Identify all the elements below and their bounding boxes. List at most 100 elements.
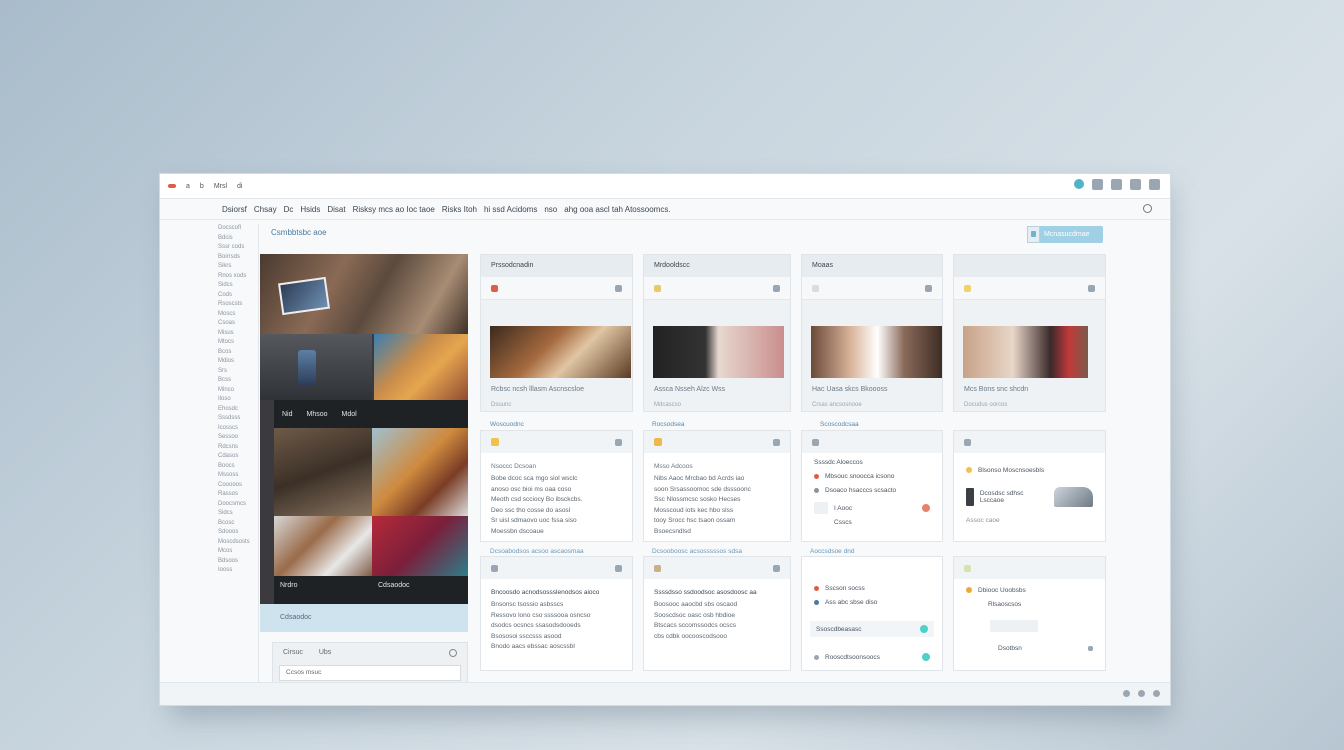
status-icon[interactable] [1074, 179, 1084, 189]
sidebar-item[interactable]: Minco [210, 386, 258, 396]
text-card[interactable]: Bncoosdo acnodsossslenodsos aioco Bnsons… [480, 556, 633, 671]
action-row[interactable]: Ssoscdbeasasc [810, 621, 934, 637]
sidebar-item[interactable]: Bdcis [210, 234, 258, 244]
sidebar-item[interactable]: Rassos [210, 490, 258, 500]
title-item-2[interactable]: b [200, 183, 204, 190]
menu-icon[interactable] [1088, 284, 1095, 292]
menu-item-5[interactable]: Disat [327, 205, 345, 214]
menu-icon[interactable] [925, 284, 932, 292]
sidebar-item[interactable]: Misus [210, 329, 258, 339]
sidebar-item[interactable]: Boocs [210, 462, 258, 472]
input-pill[interactable] [990, 620, 1038, 632]
menu-item-9[interactable]: nso [544, 205, 557, 214]
note-icon[interactable] [964, 564, 971, 572]
checklist-card[interactable]: Ssssdc Aloeccos Mbsouc snoocca icsono Ds… [801, 430, 943, 542]
copy-icon[interactable] [812, 438, 819, 446]
fullscreen-icon[interactable] [1153, 690, 1160, 697]
gallery-photo[interactable] [298, 350, 316, 386]
sidebar-item[interactable]: Sidcs [210, 509, 258, 519]
check-item[interactable]: Csscs [802, 515, 942, 529]
sidebar-item[interactable]: Boirrsds [210, 253, 258, 263]
expand-icon[interactable] [615, 564, 622, 572]
pin-icon[interactable] [491, 284, 498, 292]
search-icon[interactable] [449, 649, 457, 657]
sidebar-item[interactable]: Srs [210, 367, 258, 377]
action-row[interactable]: Dsotbsn [954, 641, 1105, 655]
gallery-footer[interactable]: Cdsaodoc [260, 604, 468, 632]
check-box[interactable] [814, 502, 828, 514]
chevron-icon[interactable] [1088, 645, 1093, 651]
sidebar-item[interactable]: Sdooos [210, 528, 258, 538]
product-card[interactable]: Blsonso Moscnsoesbls Dcosdsc sdhsc Lscca… [953, 430, 1106, 542]
breadcrumb[interactable]: Csmbbtsbc aoe [271, 228, 327, 237]
sidebar-item[interactable]: Rdcsns [210, 443, 258, 453]
menu-item-7[interactable]: Risks Itoh [442, 205, 477, 214]
menu-item-10[interactable]: ahg ooa ascl tah Atossoomcs. [564, 205, 670, 214]
menu-item-2[interactable]: Chsay [254, 205, 277, 214]
primary-button[interactable]: Mcnasucdmae [1027, 226, 1103, 243]
sidebar-item[interactable]: Cdasos [210, 452, 258, 462]
sidebar-item[interactable]: Rsoscsts [210, 300, 258, 310]
sidebar-item[interactable]: Sikrs [210, 262, 258, 272]
sidebar-item[interactable]: Sssdsss [210, 414, 258, 424]
alert-icon[interactable] [922, 504, 930, 512]
menu-icon[interactable] [615, 284, 622, 292]
overlay-tab-2[interactable]: Mhsoo [307, 411, 328, 418]
gallery-photo[interactable] [372, 428, 468, 516]
trash-icon[interactable] [773, 438, 780, 446]
sidebar-item[interactable]: Mdios [210, 357, 258, 367]
gallery-photo[interactable] [372, 516, 468, 576]
radio-icon[interactable] [814, 654, 819, 660]
title-item-4[interactable]: di [237, 183, 242, 190]
text-card[interactable]: Nsoccc Dcsoan Bobe dcoc sca mgo siol wsc… [480, 430, 633, 542]
gallery-photo[interactable] [278, 276, 330, 316]
menu-icon[interactable] [773, 284, 780, 292]
gallery-photo[interactable] [260, 334, 372, 400]
sidebar-item[interactable]: Cooooos [210, 481, 258, 491]
chat-icon[interactable] [1130, 179, 1141, 190]
zoom-out-icon[interactable] [1123, 690, 1130, 697]
text-input[interactable]: Ccsos msuc [279, 665, 461, 681]
gear-icon[interactable] [1143, 204, 1152, 213]
sidebar-item[interactable]: Iooss [210, 566, 258, 576]
sidebar-item[interactable]: Moscs [210, 310, 258, 320]
overlay-tab-3[interactable]: Mdol [342, 411, 357, 418]
menu-item-4[interactable]: Hsids [300, 205, 320, 214]
sidebar-item[interactable]: Sidcs [210, 281, 258, 291]
sidebar-item[interactable]: Moscdsosts [210, 538, 258, 548]
settings-icon[interactable] [1149, 179, 1160, 190]
check-item[interactable]: Dsoaco hsacccs scsacto [802, 483, 942, 497]
check-item[interactable]: I Aooc [802, 501, 942, 515]
card-image[interactable] [653, 326, 784, 378]
gallery-photo[interactable] [374, 334, 468, 400]
doc-icon[interactable] [964, 438, 971, 446]
gallery-photo[interactable] [274, 428, 372, 516]
confirm-icon[interactable] [920, 625, 928, 633]
sidebar-item[interactable]: Bcosc [210, 519, 258, 529]
sidebar-item[interactable]: Bdsoos [210, 557, 258, 567]
menu-item-6[interactable]: Risksy mcs ao Ioc taoe [353, 205, 435, 214]
sidebar-item[interactable]: Sssr cods [210, 243, 258, 253]
media-card[interactable]: Prssodcnadin Rcbsc ncsh lllasm Ascnscslo… [480, 254, 633, 412]
sidebar-item[interactable]: Csoas [210, 319, 258, 329]
sidebar-item[interactable]: Mssoss [210, 471, 258, 481]
sidebar-item[interactable]: Icosscs [210, 424, 258, 434]
sidebar-item[interactable]: Rnos xods [210, 272, 258, 282]
card-image[interactable] [811, 326, 942, 378]
overlay-tab-1[interactable]: Nid [282, 411, 293, 418]
media-card[interactable]: Mcs Bons snc shcdn Docudus oorcos [953, 254, 1106, 412]
card-image[interactable] [963, 326, 1088, 378]
shoe-image[interactable] [1053, 487, 1093, 507]
sidebar-item[interactable]: Mcos [210, 547, 258, 557]
menu-item-3[interactable]: Dc [284, 205, 294, 214]
file-icon[interactable] [491, 564, 498, 572]
sidebar-item[interactable]: Docscofl [210, 224, 258, 234]
sidebar-item[interactable]: Iloso [210, 395, 258, 405]
user-icon[interactable] [1092, 179, 1103, 190]
sidebar-item[interactable]: Mtocs [210, 338, 258, 348]
menu-item-8[interactable]: hi ssd Acidoms [484, 205, 537, 214]
pin-icon[interactable] [773, 564, 780, 572]
title-item-1[interactable]: a [186, 183, 190, 190]
sidebar-item[interactable]: Ehosdc [210, 405, 258, 415]
text-card[interactable]: Msso Adcoos Nibs Aaoc Mrcbao bd Acrds ia… [643, 430, 791, 542]
